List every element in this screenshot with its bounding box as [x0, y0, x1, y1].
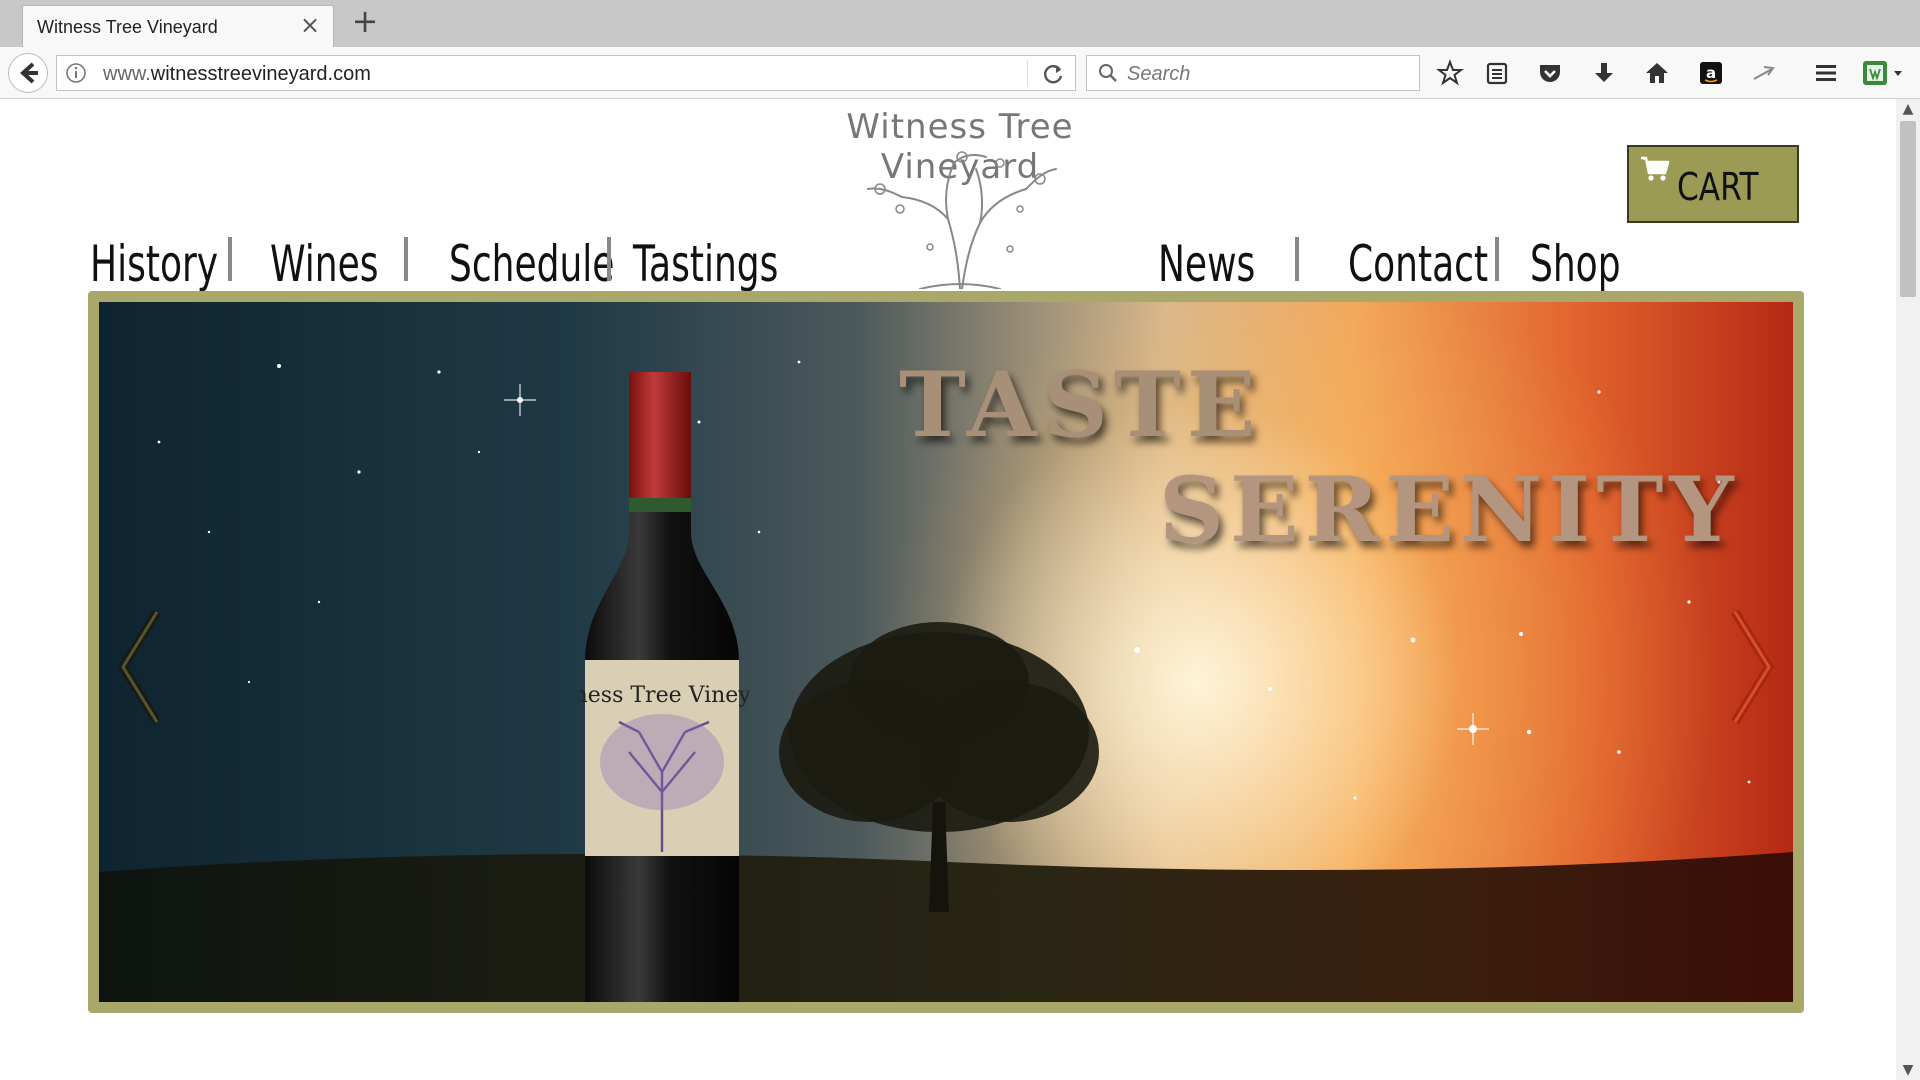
browser-tab[interactable]: Witness Tree Vineyard ×	[22, 5, 334, 47]
bottle-label-text: Witness Tree Vineyard	[579, 683, 749, 708]
browser-toolbar: www.witnesstreevineyard.com Search a	[0, 47, 1920, 99]
oak-tree-silhouette	[779, 622, 1099, 912]
amazon-icon[interactable]: a	[1697, 59, 1725, 87]
nav-wines[interactable]: Wines	[270, 234, 379, 294]
home-icon[interactable]	[1643, 59, 1671, 87]
cart-button[interactable]: CART	[1627, 145, 1799, 223]
url-prefix: www.	[103, 63, 151, 85]
wine-bottle-image: Witness Tree Vineyard	[579, 372, 749, 1002]
extension-arrow-icon[interactable]	[1750, 59, 1778, 87]
site-logo[interactable]: Witness Tree Vineyard	[780, 99, 1140, 299]
back-button[interactable]	[8, 53, 48, 93]
tab-title: Witness Tree Vineyard	[37, 17, 218, 37]
nav-divider	[607, 237, 611, 281]
menu-icon[interactable]	[1812, 59, 1840, 87]
cart-label: CART	[1677, 165, 1759, 209]
hero-headline-serenity: SERENITY	[1159, 457, 1740, 563]
hero-headline-taste: TASTE	[899, 352, 1262, 458]
nav-divider	[1295, 237, 1299, 281]
browser-tab-strip: Witness Tree Vineyard × +	[0, 0, 1920, 47]
svg-text:a: a	[1706, 64, 1716, 82]
scroll-up-arrow-icon[interactable]: ▲	[1900, 101, 1916, 117]
nav-divider	[1495, 237, 1499, 281]
hero-slide-image: Witness Tree Vineyard TASTE SERENITY	[99, 302, 1793, 1002]
nav-contact[interactable]: Contact	[1348, 234, 1488, 294]
account-extension-icon[interactable]	[1861, 59, 1907, 87]
page-scrollbar[interactable]: ▲ ▼	[1896, 99, 1920, 1080]
hero-slider: Witness Tree Vineyard TASTE SERENITY	[88, 291, 1804, 1013]
bookmark-star-icon[interactable]	[1436, 59, 1464, 87]
shopping-cart-icon	[1641, 156, 1670, 181]
url-domain: witnesstreevineyard.com	[150, 63, 371, 85]
scroll-down-arrow-icon[interactable]: ▼	[1900, 1062, 1916, 1078]
slider-next-arrow-icon[interactable]	[1721, 602, 1781, 732]
nav-shop[interactable]: Shop	[1530, 234, 1621, 294]
close-tab-icon[interactable]: ×	[299, 13, 321, 37]
nav-divider	[404, 237, 408, 281]
search-placeholder: Search	[1127, 63, 1191, 85]
nav-history[interactable]: History	[90, 234, 218, 294]
nav-schedule[interactable]: Schedule	[449, 234, 614, 294]
pocket-icon[interactable]	[1536, 59, 1564, 87]
downloads-icon[interactable]	[1590, 59, 1618, 87]
url-bar[interactable]: www.witnesstreevineyard.com	[56, 55, 1076, 91]
nav-tastings[interactable]: Tastings	[633, 234, 778, 294]
scrollbar-thumb[interactable]	[1900, 121, 1916, 297]
search-icon	[1099, 64, 1117, 82]
nav-news[interactable]: News	[1158, 234, 1255, 294]
slider-prev-arrow-icon[interactable]	[111, 602, 171, 732]
search-bar[interactable]: Search	[1086, 55, 1420, 91]
url-divider	[1027, 60, 1028, 86]
reload-icon[interactable]	[1041, 61, 1067, 87]
reading-list-icon[interactable]	[1483, 59, 1511, 87]
back-arrow-icon	[20, 62, 38, 84]
url-text: www.witnesstreevineyard.com	[103, 63, 371, 86]
page-content: Witness Tree Vineyard CART History Wines…	[0, 99, 1896, 1080]
logo-tree-illustration	[867, 151, 1057, 289]
site-info-icon[interactable]	[65, 62, 87, 84]
new-tab-button[interactable]: +	[350, 5, 380, 37]
nav-divider	[228, 237, 232, 281]
